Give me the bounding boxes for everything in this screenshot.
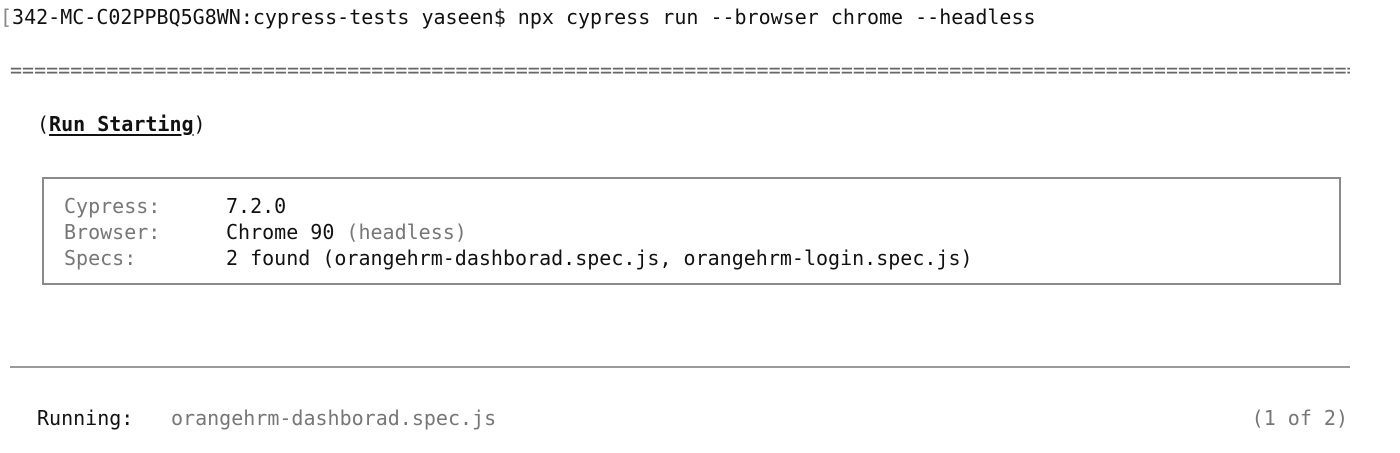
open-paren: (	[37, 112, 50, 136]
running-label: Running:	[37, 406, 134, 430]
command-line: [342-MC-C02PPBQ5G8WN:cypress-tests yasee…	[0, 4, 1036, 30]
cypress-version-row: Cypress: 7.2.0	[64, 193, 286, 219]
browser-value: Chrome 90	[226, 220, 335, 244]
shell-command: npx cypress run --browser chrome --headl…	[517, 5, 1036, 29]
prompt-bracket: [	[0, 5, 13, 29]
close-paren: )	[193, 112, 206, 136]
cypress-version: 7.2.0	[226, 194, 287, 218]
shell-prompt: 342-MC-C02PPBQ5G8WN:cypress-tests yaseen…	[12, 5, 506, 29]
browser-row: Browser: Chrome 90 (headless)	[64, 219, 467, 245]
run-info-box: Cypress: 7.2.0 Browser: Chrome 90 (headles…	[42, 177, 1341, 285]
running-spec: orangehrm-dashborad.spec.js	[171, 406, 497, 430]
separator-rule	[10, 366, 1350, 368]
separator-equals: ========================================…	[10, 62, 1350, 78]
cypress-label: Cypress:	[64, 194, 161, 218]
run-starting-heading: (Run Starting)	[37, 111, 206, 137]
running-status-line: Running: orangehrm-dashborad.spec.js	[37, 405, 496, 431]
specs-value: 2 found (orangehrm-dashborad.spec.js, or…	[226, 246, 973, 270]
specs-row: Specs: 2 found (orangehrm-dashborad.spec.…	[64, 245, 973, 271]
browser-label: Browser:	[64, 220, 161, 244]
running-count: (1 of 2)	[1251, 406, 1348, 430]
browser-mode: (headless)	[346, 220, 467, 244]
run-starting-title: Run Starting	[49, 112, 194, 136]
specs-label: Specs:	[64, 246, 137, 270]
